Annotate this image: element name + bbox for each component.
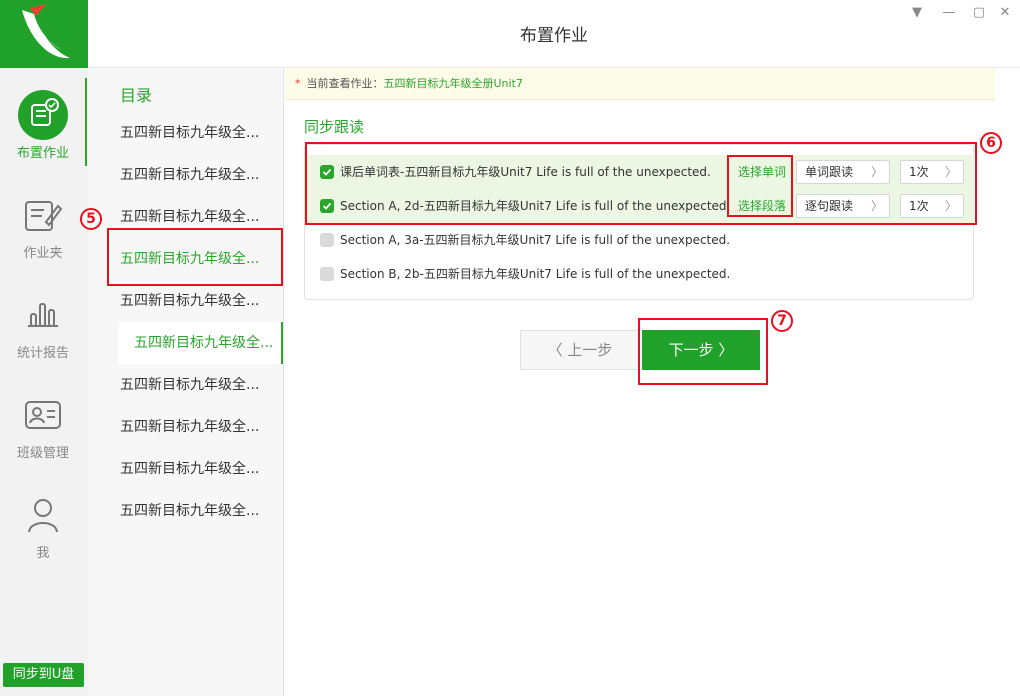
nav-label: 班级管理 bbox=[16, 446, 69, 461]
nav-item-assign-homework[interactable]: 布置作业 bbox=[0, 90, 86, 180]
nav-item-me[interactable]: 我 bbox=[0, 496, 86, 586]
catalog-item[interactable]: 五四新目标九年级全... bbox=[120, 154, 280, 196]
nav-label: 我 bbox=[36, 546, 50, 561]
item-title: Section B, 2b-五四新目标九年级Unit7 Life is full… bbox=[340, 267, 731, 281]
maximize-icon[interactable]: ▢ bbox=[970, 4, 988, 22]
notice-prefix: 当前查看作业： bbox=[306, 77, 384, 90]
sync-to-usb-button[interactable]: 同步到U盘 bbox=[3, 663, 84, 687]
nav-label: 作业夹 bbox=[23, 246, 63, 261]
nav-label: 统计报告 bbox=[16, 346, 69, 361]
checkbox-unchecked[interactable] bbox=[320, 233, 334, 247]
bar-chart-icon bbox=[18, 296, 68, 346]
annotation-box-5 bbox=[107, 228, 283, 286]
list-item: Section A, 3a-五四新目标九年级Unit7 Life is full… bbox=[306, 223, 974, 257]
window-title: 布置作业 bbox=[520, 26, 588, 46]
item-title: Section A, 3a-五四新目标九年级Unit7 Life is full… bbox=[340, 233, 731, 247]
homework-folder-icon bbox=[18, 196, 68, 246]
required-star: * bbox=[295, 77, 301, 90]
catalog-item[interactable]: 五四新目标九年级全... bbox=[120, 448, 280, 490]
catalog-title: 目录 bbox=[120, 86, 153, 105]
annotation-box-6-links bbox=[727, 155, 793, 217]
title-bar: 布置作业 ▼ — ▢ ✕ bbox=[88, 0, 1020, 68]
nav-item-class-management[interactable]: 班级管理 bbox=[0, 396, 86, 486]
notice-homework-name: 五四新目标九年级全册Unit7 bbox=[383, 77, 523, 90]
section-title: 同步跟读 bbox=[304, 118, 365, 136]
catalog-item[interactable]: 五四新目标九年级全... bbox=[120, 112, 280, 154]
nav-item-homework-folder[interactable]: 作业夹 bbox=[0, 196, 86, 286]
chevron-left-icon: 〈 bbox=[547, 341, 568, 359]
catalog-item[interactable]: 五四新目标九年级全... bbox=[120, 490, 280, 532]
app-logo bbox=[0, 0, 88, 68]
annotation-callout-6: 6 bbox=[980, 132, 1002, 154]
catalog-panel: 目录 五四新目标九年级全... 五四新目标九年级全... 五四新目标九年级全..… bbox=[88, 68, 284, 696]
annotation-callout-7: 7 bbox=[771, 310, 793, 332]
previous-step-label: 上一步 bbox=[567, 341, 613, 359]
list-item: Section B, 2b-五四新目标九年级Unit7 Life is full… bbox=[306, 257, 974, 291]
left-nav: 布置作业 作业夹 统计报告 班级管理 我 同步到U盘 bbox=[0, 0, 88, 696]
annotation-box-6 bbox=[305, 142, 977, 225]
catalog-selected-indicator bbox=[281, 322, 283, 364]
nav-item-statistics[interactable]: 统计报告 bbox=[0, 296, 86, 386]
dropdown-menu-icon[interactable]: ▼ bbox=[908, 4, 926, 22]
catalog-item[interactable]: 五四新目标九年级全... bbox=[120, 406, 280, 448]
checkbox-unchecked[interactable] bbox=[320, 267, 334, 281]
catalog-item[interactable]: 五四新目标九年级全... bbox=[120, 280, 280, 322]
annotation-callout-5: 5 bbox=[80, 208, 102, 230]
user-icon bbox=[18, 496, 68, 546]
current-homework-notice: * 当前查看作业：五四新目标九年级全册Unit7 bbox=[285, 68, 995, 100]
annotation-box-7 bbox=[638, 318, 768, 385]
nav-label: 布置作业 bbox=[16, 146, 69, 161]
class-card-icon bbox=[18, 396, 68, 446]
catalog-item-selected[interactable]: 五四新目标九年级全... bbox=[118, 322, 282, 364]
catalog-item[interactable]: 五四新目标九年级全... bbox=[120, 364, 280, 406]
close-icon[interactable]: ✕ bbox=[996, 4, 1014, 22]
assign-homework-icon bbox=[18, 90, 68, 140]
previous-step-button[interactable]: 〈 上一步 bbox=[520, 330, 640, 370]
minimize-icon[interactable]: — bbox=[940, 4, 958, 22]
